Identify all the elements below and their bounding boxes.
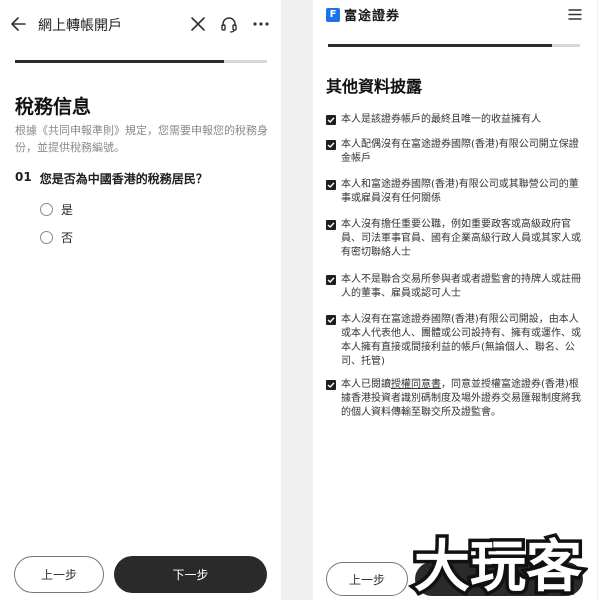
next-step-button[interactable]: 下一步 xyxy=(114,556,267,593)
checkbox-checked-icon[interactable] xyxy=(326,220,336,230)
checkbox-checked-icon[interactable] xyxy=(326,275,336,285)
radio-option-no[interactable]: 否 xyxy=(40,229,73,246)
disclosure-item[interactable]: 本人沒有在富途證券國際(香港)有限公司開設，由本人或本人代表他人、團體或公司設持… xyxy=(326,313,584,369)
disclosure-page: F 富途證券 其他資料披露 本人是該證券帳戶的最終且唯一的收益擁有人 本人配偶沒… xyxy=(313,0,597,600)
watermark-logo: 大玩客 xyxy=(411,532,586,599)
disclosure-item[interactable]: 本人沒有擔任重要公職，例如重要政客或高級政府官員、司法軍事官員、國有企業高級行政… xyxy=(326,218,584,260)
consent-prefix: 本人已閱讀 xyxy=(341,379,391,390)
disclosure-text: 本人沒有擔任重要公職，例如重要政客或高級政府官員、司法軍事官員、國有企業高級行政… xyxy=(341,219,581,258)
close-icon[interactable] xyxy=(189,15,207,33)
disclosure-text: 本人不是聯合交易所參與者或者證監會的持牌人或註冊人的董事、雇員或認可人士 xyxy=(341,274,581,299)
section-title: 稅務信息 xyxy=(15,96,92,118)
header-bar: 網上轉帳開戶 xyxy=(0,0,281,50)
tax-info-page: 網上轉帳開戶 稅務信息 根據《共同申報準則》規定，您需要申報您的稅務身份，並提供… xyxy=(0,0,281,600)
watermark-text: 大玩客 xyxy=(414,535,582,598)
more-options-icon[interactable] xyxy=(252,14,270,34)
question: 01 您是否為中國香港的稅務居民？ xyxy=(15,170,208,187)
disclosure-item[interactable]: 本人已閱讀授權同意書，同意並授權富途證券(香港)根據香港投資者識別碼制度及場外證… xyxy=(326,378,584,420)
progress-fill xyxy=(328,44,553,47)
radio-option-yes[interactable]: 是 xyxy=(40,201,73,218)
disclosure-item[interactable]: 本人不是聯合交易所參與者或者證監會的持牌人或註冊人的董事、雇員或認可人士 xyxy=(326,273,584,301)
progress-bar xyxy=(15,60,267,63)
progress-fill xyxy=(15,60,225,63)
hamburger-menu-icon[interactable] xyxy=(568,8,582,21)
checkbox-checked-icon[interactable] xyxy=(326,180,336,190)
previous-step-button[interactable]: 上一步 xyxy=(14,556,104,593)
brand-logo: F xyxy=(326,7,340,22)
progress-bar xyxy=(328,44,580,47)
section-description: 根據《共同申報準則》規定，您需要申報您的稅務身份，並提供稅務編號。 xyxy=(15,124,268,154)
radio-label: 否 xyxy=(61,231,74,245)
checkbox-checked-icon[interactable] xyxy=(326,315,336,325)
disclosure-item[interactable]: 本人和富途證券國際(香港)有限公司或其聯營公司的董事或雇員沒有任何關係 xyxy=(326,178,584,206)
checkbox-checked-icon[interactable] xyxy=(326,115,336,125)
disclosure-text: 本人配偶沒有在富途證券國際(香港)有限公司開立保證金帳戶 xyxy=(341,139,579,164)
brand: F 富途證券 xyxy=(326,5,400,24)
checkbox-checked-icon[interactable] xyxy=(326,140,336,150)
customer-service-icon[interactable] xyxy=(219,14,239,34)
disclosure-text: 本人是該證券帳戶的最終且唯一的收益擁有人 xyxy=(341,114,541,125)
disclosure-text: 本人和富途證券國際(香港)有限公司或其聯營公司的董事或雇員沒有任何關係 xyxy=(341,179,579,204)
question-text: 您是否為中國香港的稅務居民？ xyxy=(39,172,208,186)
checkbox-checked-icon[interactable] xyxy=(326,380,336,390)
authorization-link[interactable]: 授權同意書 xyxy=(391,379,441,390)
back-arrow-icon[interactable] xyxy=(9,14,29,34)
page-title: 網上轉帳開戶 xyxy=(38,18,122,34)
disclosure-text: 本人沒有在富途證券國際(香港)有限公司開設，由本人或本人代表他人、團體或公司設持… xyxy=(341,314,581,367)
question-number: 01 xyxy=(15,170,32,184)
previous-step-button[interactable]: 上一步 xyxy=(326,562,408,596)
disclosure-text: 本人已閱讀授權同意書，同意並授權富途證券(香港)根據香港投資者識別碼制度及場外證… xyxy=(341,378,584,420)
disclosure-item[interactable]: 本人配偶沒有在富途證券國際(香港)有限公司開立保證金帳戶 xyxy=(326,138,584,166)
disclosure-item[interactable]: 本人是該證券帳戶的最終且唯一的收益擁有人 xyxy=(326,113,584,127)
brand-name: 富途證券 xyxy=(344,9,401,24)
radio-label: 是 xyxy=(61,203,74,217)
radio-button[interactable] xyxy=(40,203,53,216)
section-title: 其他資料披露 xyxy=(326,77,423,96)
radio-button[interactable] xyxy=(40,231,53,244)
